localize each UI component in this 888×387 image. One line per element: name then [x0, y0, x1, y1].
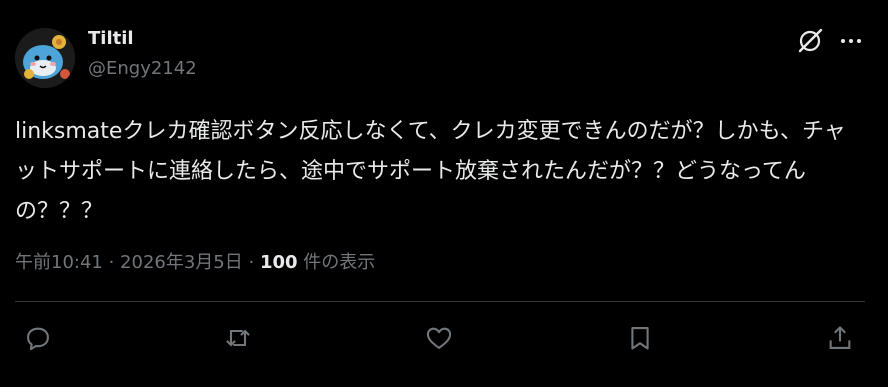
- share-button[interactable]: [822, 320, 858, 356]
- more-options-icon: [841, 39, 861, 43]
- display-name[interactable]: Tiltil: [88, 28, 134, 49]
- post-text: linksmateクレカ確認ボタン反応しなくて、クレカ変更できんのだが？しかも、…: [15, 119, 846, 224]
- more-options-button[interactable]: [836, 26, 866, 56]
- share-icon: [829, 326, 851, 349]
- grok-button[interactable]: [795, 26, 825, 56]
- repost-button[interactable]: [220, 320, 256, 356]
- post-date[interactable]: 2026年3月5日: [120, 252, 243, 273]
- whale-avatar-icon: [15, 28, 75, 88]
- post-meta: 午前10:41 · 2026年3月5日 · 100 件の表示: [15, 248, 375, 274]
- post-time[interactable]: 午前10:41: [15, 252, 103, 273]
- avatar[interactable]: [15, 28, 75, 88]
- reply-button[interactable]: [20, 320, 56, 356]
- divider: [15, 301, 865, 302]
- bookmark-icon: [631, 327, 649, 350]
- like-button[interactable]: [421, 320, 457, 356]
- like-icon: [426, 327, 452, 349]
- repost-icon: [226, 329, 250, 347]
- views-label: 件の表示: [297, 252, 376, 273]
- meta-separator: ·: [102, 252, 121, 273]
- reply-icon: [27, 327, 49, 351]
- meta-separator: ·: [242, 252, 260, 273]
- views-count: 100: [259, 252, 298, 273]
- post-card: Tiltil @Engy2142 linksmateクレカ確認ボタン反応しなくて…: [0, 0, 888, 387]
- user-handle[interactable]: @Engy2142: [88, 58, 197, 79]
- bookmark-button[interactable]: [622, 320, 658, 356]
- grok-icon: [798, 28, 823, 53]
